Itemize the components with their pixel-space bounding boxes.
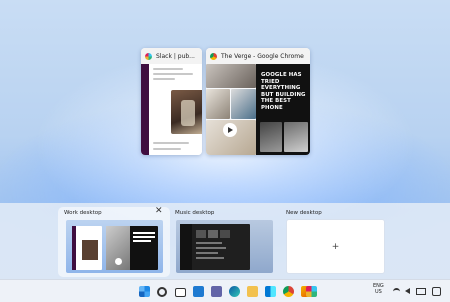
task-view-icon[interactable] [175, 288, 186, 297]
virtual-desktops-bar: Work desktop ✕ Music desktop New desktop… [0, 203, 450, 279]
slack-sidebar [141, 64, 149, 155]
search-icon[interactable] [157, 287, 167, 297]
desktop-music-label: Music desktop [175, 210, 215, 216]
store-icon[interactable] [265, 286, 276, 297]
new-desktop-label: New desktop [286, 210, 322, 216]
notification-icon[interactable] [432, 287, 441, 296]
battery-icon[interactable] [416, 288, 426, 295]
new-desktop-button[interactable]: + [287, 220, 384, 273]
desktop-work-thumbnail[interactable] [66, 220, 163, 273]
chrome-icon[interactable] [283, 286, 294, 297]
verge-headline: GOOGLE HAS TRIED EVERYTHING BUT BUILDING… [261, 72, 306, 111]
slack-window-thumbnail[interactable]: Slack | pub... [141, 48, 202, 155]
widgets-icon[interactable] [193, 286, 204, 297]
close-icon[interactable]: ✕ [155, 206, 163, 216]
windows-start-icon[interactable] [139, 286, 150, 297]
language-indicator[interactable]: ENG US [373, 283, 384, 295]
chrome-window-titlebar: The Verge - Google Chrome [206, 48, 310, 64]
slack-window-titlebar: Slack | pub... [141, 48, 202, 64]
slack-content [149, 64, 202, 155]
desktop-music-thumbnail[interactable] [176, 220, 273, 273]
slack-shared-photo [171, 90, 202, 134]
chrome-window-title: The Verge - Google Chrome [221, 52, 304, 60]
slack-window-title: Slack | pub... [156, 52, 195, 60]
video-play-icon[interactable] [223, 123, 237, 137]
wifi-icon[interactable] [393, 288, 400, 295]
plus-icon: + [331, 242, 340, 252]
slack-icon [145, 52, 152, 60]
chrome-icon [210, 52, 217, 60]
region-code: US [374, 289, 382, 295]
file-explorer-icon[interactable] [247, 286, 258, 297]
slack-app-icon[interactable] [306, 286, 317, 297]
volume-icon[interactable] [405, 288, 410, 294]
verge-image-grid [206, 64, 256, 155]
taskbar: ENG US [0, 279, 450, 302]
edge-icon[interactable] [229, 286, 240, 297]
teams-chat-icon[interactable] [211, 286, 222, 297]
desktop-work-label: Work desktop [64, 210, 102, 216]
chrome-window-thumbnail[interactable]: The Verge - Google Chrome GOOGLE HAS TRI… [206, 48, 310, 155]
verge-feature: GOOGLE HAS TRIED EVERYTHING BUT BUILDING… [256, 64, 310, 155]
